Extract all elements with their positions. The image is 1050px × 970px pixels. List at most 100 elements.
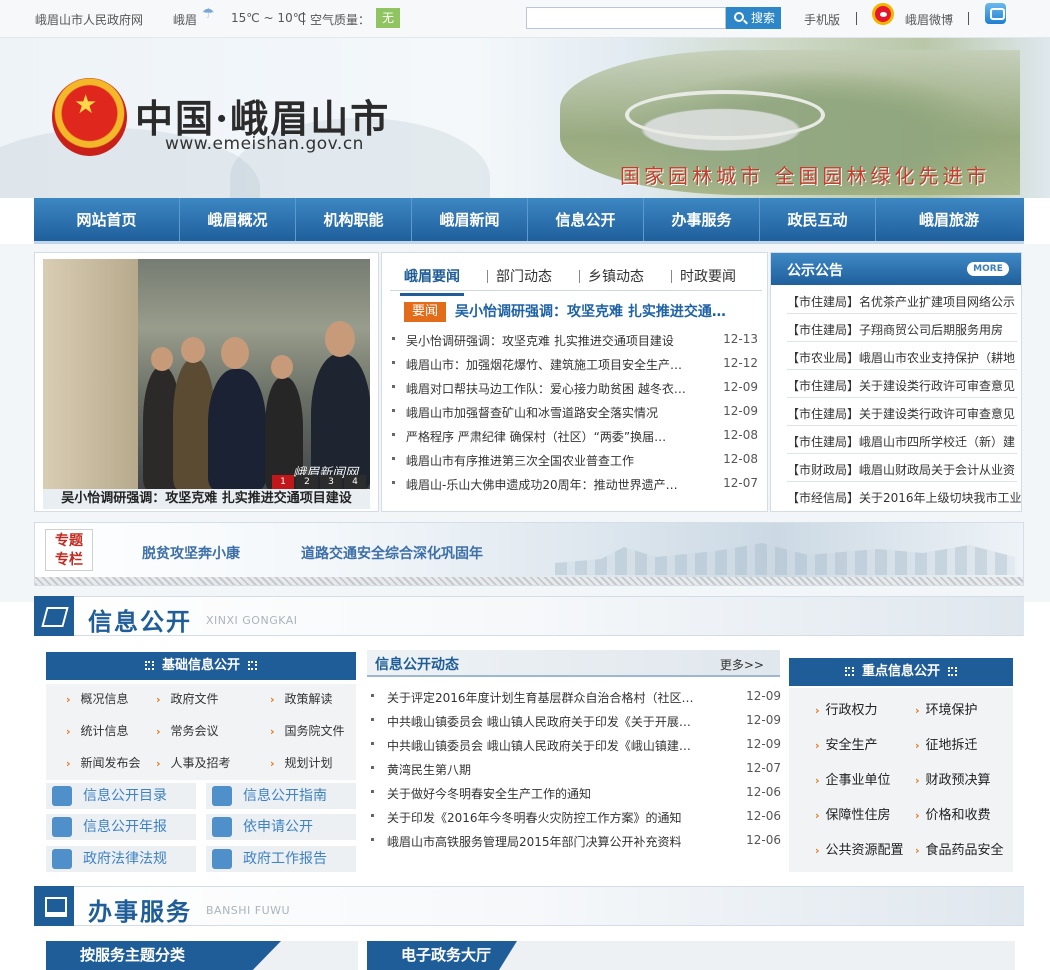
list-item[interactable]: 峨眉山市高铁服务管理局2015年部门决算公开补充资料 12-06 <box>371 830 781 850</box>
service-tab-egov[interactable]: 电子政务大厅 <box>367 941 1015 970</box>
key-info-item[interactable]: › 价格和收费 <box>915 799 1025 832</box>
basic-info-item[interactable]: › 概况信息 <box>66 684 166 714</box>
key-info-item[interactable]: › 保障性住房 <box>815 799 925 832</box>
list-item[interactable]: 峨眉山-乐山大佛申遗成功20周年：推动世界遗产… 12-07 <box>392 473 762 493</box>
nav-item-news[interactable]: 峨眉新闻 <box>412 198 528 241</box>
list-item[interactable]: 关于评定2016年度计划生育基层群众自治合格村（社区… 12-09 <box>371 686 781 706</box>
basic-info-item[interactable]: › 新闻发布会 <box>66 748 166 778</box>
basic-info-item[interactable]: › 人事及招考 <box>156 748 256 778</box>
search-button[interactable]: 搜索 <box>726 7 781 29</box>
notice-item[interactable]: 【市住建局】峨眉山市四所学校迁（新）建 <box>787 433 1021 450</box>
quick-link-laws[interactable]: 政府法律法规 <box>46 846 196 872</box>
key-info-item[interactable]: › 环境保护 <box>915 694 1025 727</box>
notice-more-button[interactable]: MORE <box>967 262 1009 276</box>
slide-dot-2[interactable]: 2 <box>296 475 318 489</box>
key-info-item[interactable]: › 食品药品安全 <box>915 834 1025 867</box>
list-item-title[interactable]: 中共峨山镇委员会 峨山镇人民政府关于印发《峨山镇建… <box>387 737 697 754</box>
basic-info-item[interactable]: › 政策解读 <box>270 684 370 714</box>
nav-item-tourism[interactable]: 峨眉旅游 <box>876 198 1022 241</box>
list-item[interactable]: 中共峨山镇委员会 峨山镇人民政府关于印发《关于开展… 12-09 <box>371 710 781 730</box>
list-item[interactable]: 吴小怡调研强调：攻坚克难 扎实推进交通项目建设 12-13 <box>392 329 762 349</box>
special-link-traffic[interactable]: 道路交通安全综合深化巩固年 <box>301 543 483 563</box>
list-item-title[interactable]: 关于评定2016年度计划生育基层群众自治合格村（社区… <box>387 689 697 706</box>
weibo-icon[interactable] <box>872 3 894 25</box>
key-info-item[interactable]: › 安全生产 <box>815 729 925 762</box>
list-item[interactable]: 峨眉山市加强督查矿山和冰雪道路安全落实情况 12-09 <box>392 401 762 421</box>
quick-link-annual-report[interactable]: 信息公开年报 <box>46 814 196 840</box>
nav-item-organization[interactable]: 机构职能 <box>296 198 412 241</box>
quick-link-guide[interactable]: 信息公开指南 <box>206 783 356 809</box>
notice-item[interactable]: 【市住建局】子翔商贸公司后期服务用房 <box>787 321 1021 338</box>
notice-item[interactable]: 【市农业局】峨眉山市农业支持保护（耕地 <box>787 349 1021 366</box>
slide-dot-3[interactable]: 3 <box>320 475 342 489</box>
weibo-link[interactable]: 峨眉微博 <box>905 11 953 28</box>
list-item-title[interactable]: 峨眉山市加强督查矿山和冰雪道路安全落实情况 <box>406 404 686 421</box>
list-item-title[interactable]: 峨眉山市高铁服务管理局2015年部门决算公开补充资料 <box>387 833 697 850</box>
key-info-item[interactable]: › 财政预决算 <box>915 764 1025 797</box>
basic-info-item[interactable]: › 国务院文件 <box>270 716 370 746</box>
notice-item[interactable]: 【市住建局】关于建设类行政许可审查意见 <box>787 377 1021 394</box>
list-item[interactable]: 关于做好今冬明春安全生产工作的通知 12-06 <box>371 782 781 802</box>
quick-link-work-report[interactable]: 政府工作报告 <box>206 846 356 872</box>
basic-info-item[interactable]: › 规划计划 <box>270 748 370 778</box>
tab-emei-news[interactable]: 峨眉要闻 <box>400 266 464 296</box>
list-item[interactable]: 峨眉山市有序推进第三次全国农业普查工作 12-08 <box>392 449 762 469</box>
news-photo[interactable]: 峨眉新闻网 1 2 3 4 <box>43 259 370 489</box>
list-item-title[interactable]: 中共峨山镇委员会 峨山镇人民政府关于印发《关于开展… <box>387 713 697 730</box>
basic-info-item[interactable]: › 常务会议 <box>156 716 256 746</box>
list-item-title[interactable]: 峨眉山市：加强烟花爆竹、建筑施工项目安全生产… <box>406 356 686 373</box>
info-dynamic-more-link[interactable]: 更多>> <box>720 656 764 673</box>
special-link-poverty[interactable]: 脱贫攻坚奔小康 <box>142 543 240 563</box>
list-item[interactable]: 中共峨山镇委员会 峨山镇人民政府关于印发《峨山镇建… 12-09 <box>371 734 781 754</box>
divider <box>856 12 857 25</box>
notice-item[interactable]: 【市经信局】关于2016年上级切块我市工业 <box>787 489 1021 506</box>
notice-item[interactable]: 【市住建局】名优茶产业扩建项目网络公示 <box>787 293 1021 310</box>
list-item-title[interactable]: 严格程序 严肃纪律 确保村（社区）“两委”换届… <box>406 428 686 445</box>
list-item-title[interactable]: 黄湾民生第八期 <box>387 761 697 778</box>
search-input[interactable] <box>526 7 726 29</box>
tab-department-news[interactable]: 部门动态 <box>496 266 552 286</box>
divider <box>671 270 672 283</box>
list-item-title[interactable]: 峨眉山-乐山大佛申遗成功20周年：推动世界遗产… <box>406 476 686 493</box>
list-item-title[interactable]: 峨眉山市有序推进第三次全国农业普查工作 <box>406 452 686 469</box>
key-info-label: 征地拆迁 <box>925 738 978 753</box>
list-item-title[interactable]: 关于印发《2016年今冬明春火灾防控工作方案》的通知 <box>387 809 697 826</box>
photo-caption[interactable]: 吴小怡调研强调：攻坚克难 扎实推进交通项目建设 <box>43 489 370 509</box>
nav-item-home[interactable]: 网站首页 <box>34 198 180 241</box>
list-item-date: 12-06 <box>746 785 781 799</box>
list-item[interactable]: 严格程序 严肃纪律 确保村（社区）“两委”换届… 12-08 <box>392 425 762 445</box>
list-item[interactable]: 黄湾民生第八期 12-07 <box>371 758 781 778</box>
key-info-item[interactable]: › 企事业单位 <box>815 764 925 797</box>
list-item-title[interactable]: 吴小怡调研强调：攻坚克难 扎实推进交通项目建设 <box>406 332 686 349</box>
basic-info-item[interactable]: › 统计信息 <box>66 716 166 746</box>
nav-item-services[interactable]: 办事服务 <box>644 198 760 241</box>
quick-link-catalog[interactable]: 信息公开目录 <box>46 783 196 809</box>
divider <box>787 341 1017 342</box>
list-item[interactable]: 峨眉山市：加强烟花爆竹、建筑施工项目安全生产… 12-12 <box>392 353 762 373</box>
key-info-item[interactable]: › 征地拆迁 <box>915 729 1025 762</box>
key-info-item[interactable]: › 行政权力 <box>815 694 925 727</box>
skyline-decoration <box>555 543 1015 575</box>
nav-item-overview[interactable]: 峨眉概况 <box>180 198 296 241</box>
tab-town-news[interactable]: 乡镇动态 <box>588 266 644 286</box>
headline-link[interactable]: 吴小怡调研强调：攻坚克难 扎实推进交通… <box>455 301 745 321</box>
basic-info-item[interactable]: › 政府文件 <box>156 684 256 714</box>
list-item-title[interactable]: 峨眉对口帮扶马边工作队：爱心接力助贫困 越冬衣… <box>406 380 686 397</box>
nav-item-interaction[interactable]: 政民互动 <box>760 198 876 241</box>
service-tab-topics[interactable]: 按服务主题分类 <box>46 941 358 970</box>
slide-dot-4[interactable]: 4 <box>344 475 366 489</box>
quick-link-application[interactable]: 依申请公开 <box>206 814 356 840</box>
app-icon[interactable] <box>985 3 1006 24</box>
quick-link-label: 信息公开指南 <box>243 788 327 804</box>
list-item-title[interactable]: 关于做好今冬明春安全生产工作的通知 <box>387 785 697 802</box>
key-info-label: 企事业单位 <box>825 773 891 788</box>
notice-item[interactable]: 【市住建局】关于建设类行政许可审查意见 <box>787 405 1021 422</box>
notice-item[interactable]: 【市财政局】峨眉山财政局关于会计从业资 <box>787 461 1021 478</box>
list-item[interactable]: 峨眉对口帮扶马边工作队：爱心接力助贫困 越冬衣… 12-09 <box>392 377 762 397</box>
list-item[interactable]: 关于印发《2016年今冬明春火灾防控工作方案》的通知 12-06 <box>371 806 781 826</box>
key-info-item[interactable]: › 公共资源配置 <box>815 834 925 867</box>
slide-dot-1[interactable]: 1 <box>272 475 294 489</box>
mobile-link[interactable]: 手机版 <box>804 11 840 28</box>
nav-item-info-public[interactable]: 信息公开 <box>528 198 644 241</box>
tab-politics-news[interactable]: 时政要闻 <box>680 266 736 286</box>
